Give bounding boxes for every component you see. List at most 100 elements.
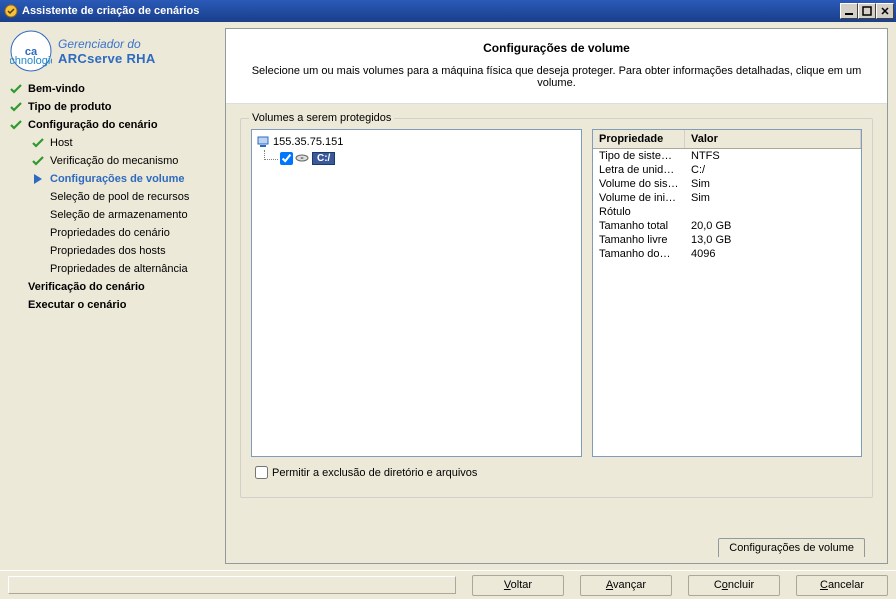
- volume-checkbox[interactable]: [280, 152, 293, 165]
- brand-logo-icon: catechnologies: [10, 30, 52, 72]
- app-icon: [4, 4, 18, 18]
- finish-button[interactable]: Concluir: [688, 575, 780, 596]
- nav-host[interactable]: Host: [6, 134, 219, 152]
- property-key: Rótulo: [599, 206, 691, 218]
- property-value: 20,0 GB: [691, 220, 855, 232]
- page-title: Configurações de volume: [246, 41, 867, 55]
- prop-header-value: Valor: [685, 130, 861, 148]
- property-key: Tamanho livre: [599, 234, 691, 246]
- property-row[interactable]: Tipo de siste…NTFS: [593, 149, 861, 163]
- page-description: Selecione um ou mais volumes para a máqu…: [246, 65, 867, 89]
- property-row[interactable]: Volume de ini…Sim: [593, 191, 861, 205]
- nav-label: Propriedades de alternância: [50, 263, 188, 275]
- nav-switchover-props[interactable]: Propriedades de alternância: [6, 260, 219, 278]
- nav-engine-check[interactable]: Verificação do mecanismo: [6, 152, 219, 170]
- tree-volume[interactable]: C:/: [256, 150, 577, 166]
- property-row[interactable]: Tamanho do…4096: [593, 247, 861, 261]
- property-value: Sim: [691, 178, 855, 190]
- allow-delete-row: Permitir a exclusão de diretório e arqui…: [251, 463, 862, 482]
- nav-label: Executar o cenário: [28, 299, 126, 311]
- properties-panel: Propriedade Valor Tipo de siste…NTFSLetr…: [592, 129, 862, 457]
- property-value: NTFS: [691, 150, 855, 162]
- brand-text: Gerenciador do ARCserve RHA: [58, 37, 156, 66]
- tree-root[interactable]: 155.35.75.151: [256, 134, 577, 150]
- nav-label: Configurações de volume: [50, 173, 184, 185]
- allow-delete-checkbox[interactable]: [255, 466, 268, 479]
- nav-volume-settings[interactable]: Configurações de volume: [6, 170, 219, 188]
- main-area: catechnologies Gerenciador do ARCserve R…: [0, 22, 896, 570]
- nav-label: Seleção de pool de recursos: [50, 191, 189, 203]
- nav-label: Tipo de produto: [28, 101, 112, 113]
- nav-label: Propriedades do cenário: [50, 227, 170, 239]
- property-value: [691, 206, 855, 218]
- nav-scenario-props[interactable]: Propriedades do cenário: [6, 224, 219, 242]
- maximize-button[interactable]: [858, 3, 876, 19]
- properties-body[interactable]: Tipo de siste…NTFSLetra de unid…C:/Volum…: [593, 149, 861, 456]
- tree-connector-icon: [264, 150, 278, 160]
- current-step-icon: [32, 173, 44, 185]
- property-value: C:/: [691, 164, 855, 176]
- properties-header: Propriedade Valor: [593, 130, 861, 149]
- volumes-fieldset: Volumes a serem protegidos 155.35.75.151: [240, 118, 873, 498]
- property-row[interactable]: Volume do sis…Sim: [593, 177, 861, 191]
- next-button[interactable]: Avançar: [580, 575, 672, 596]
- nav-pool-selection[interactable]: Seleção de pool de recursos: [6, 188, 219, 206]
- cancel-button[interactable]: Cancelar: [796, 575, 888, 596]
- property-value: 13,0 GB: [691, 234, 855, 246]
- check-icon: [32, 155, 44, 167]
- nav-label: Bem-vindo: [28, 83, 85, 95]
- nav-scenario-verify[interactable]: Verificação do cenário: [6, 278, 219, 296]
- check-icon: [10, 101, 22, 113]
- brand-line2: ARCserve RHA: [58, 51, 156, 66]
- volumes-row: 155.35.75.151 C:/ Propriedade: [251, 129, 862, 457]
- tab-strip: Configurações de volume: [718, 538, 865, 557]
- nav-product-type[interactable]: Tipo de produto: [6, 98, 219, 116]
- tab-volume-settings[interactable]: Configurações de volume: [718, 538, 865, 557]
- nav-list: Bem-vindo Tipo de produto Configuração d…: [6, 80, 219, 314]
- nav-label: Configuração do cenário: [28, 119, 158, 131]
- back-button[interactable]: Voltar: [472, 575, 564, 596]
- nav-label: Host: [50, 137, 73, 149]
- prop-header-key: Propriedade: [593, 130, 685, 148]
- brand-line1: Gerenciador do: [58, 37, 156, 51]
- bottom-bar: Voltar Avançar Concluir Cancelar: [0, 570, 896, 599]
- allow-delete-label: Permitir a exclusão de diretório e arqui…: [272, 467, 477, 479]
- property-row[interactable]: Tamanho livre13,0 GB: [593, 233, 861, 247]
- nav-host-props[interactable]: Propriedades dos hosts: [6, 242, 219, 260]
- window-buttons: [840, 3, 894, 19]
- nav-label: Verificação do cenário: [28, 281, 145, 293]
- property-key: Tamanho do…: [599, 248, 691, 260]
- property-key: Volume de ini…: [599, 192, 691, 204]
- property-row[interactable]: Tamanho total20,0 GB: [593, 219, 861, 233]
- property-key: Tamanho total: [599, 220, 691, 232]
- drive-label: C:/: [312, 152, 335, 165]
- fieldset-legend: Volumes a serem protegidos: [249, 112, 394, 124]
- nav-label: Seleção de armazenamento: [50, 209, 188, 221]
- window-title: Assistente de criação de cenários: [22, 5, 840, 17]
- nav-storage-selection[interactable]: Seleção de armazenamento: [6, 206, 219, 224]
- brand-block: catechnologies Gerenciador do ARCserve R…: [6, 30, 219, 72]
- property-key: Volume do sis…: [599, 178, 691, 190]
- nav-scenario-setup[interactable]: Configuração do cenário: [6, 116, 219, 134]
- page-header: Configurações de volume Selecione um ou …: [226, 29, 887, 104]
- property-row[interactable]: Letra de unid…C:/: [593, 163, 861, 177]
- nav-label: Propriedades dos hosts: [50, 245, 166, 257]
- content-panel: Configurações de volume Selecione um ou …: [225, 28, 888, 564]
- check-icon: [10, 83, 22, 95]
- check-icon: [32, 137, 44, 149]
- property-value: 4096: [691, 248, 855, 260]
- minimize-button[interactable]: [840, 3, 858, 19]
- nav-run-scenario[interactable]: Executar o cenário: [6, 296, 219, 314]
- check-icon: [10, 119, 22, 131]
- nav-welcome[interactable]: Bem-vindo: [6, 80, 219, 98]
- volume-tree[interactable]: 155.35.75.151 C:/: [251, 129, 582, 457]
- close-button[interactable]: [876, 3, 894, 19]
- content: Configurações de volume Selecione um ou …: [225, 22, 896, 570]
- sidebar: catechnologies Gerenciador do ARCserve R…: [0, 22, 225, 570]
- disk-icon: [295, 151, 309, 165]
- tree-root-label: 155.35.75.151: [273, 136, 343, 148]
- property-row[interactable]: Rótulo: [593, 205, 861, 219]
- title-bar: Assistente de criação de cenários: [0, 0, 896, 22]
- property-value: Sim: [691, 192, 855, 204]
- property-key: Letra de unid…: [599, 164, 691, 176]
